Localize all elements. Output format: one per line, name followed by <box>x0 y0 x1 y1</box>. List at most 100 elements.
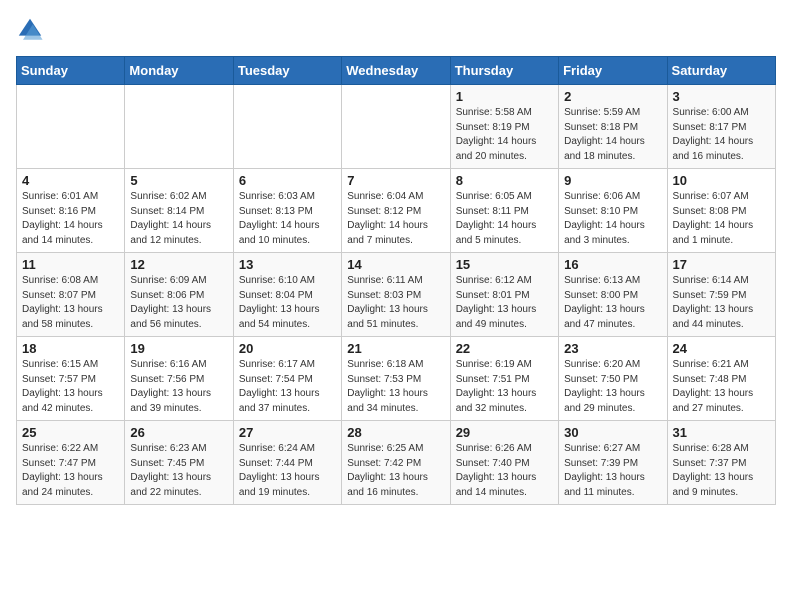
day-info: Sunrise: 6:21 AM Sunset: 7:48 PM Dayligh… <box>673 358 770 416</box>
calendar-cell: 8 Sunrise: 6:05 AM Sunset: 8:11 PM Daylig… <box>450 169 558 253</box>
day-number: 14 <box>347 257 444 272</box>
day-info: Sunrise: 5:59 AM Sunset: 8:18 PM Dayligh… <box>564 106 661 164</box>
calendar-cell: 25 Sunrise: 6:22 AM Sunset: 7:47 PM Dayli… <box>17 421 125 505</box>
day-number: 20 <box>239 341 336 356</box>
column-header-wednesday: Wednesday <box>342 57 450 85</box>
calendar-week-4: 18Sunrise: 6:15 AM Sunset: 7:57 PM Dayli… <box>17 337 776 421</box>
day-number: 30 <box>564 425 661 440</box>
calendar-cell: 19Sunrise: 6:16 AM Sunset: 7:56 PM Dayli… <box>125 337 233 421</box>
day-number: 27 <box>239 425 336 440</box>
calendar-cell: 13 Sunrise: 6:10 AM Sunset: 8:04 PM Dayli… <box>233 253 341 337</box>
calendar-cell <box>342 85 450 169</box>
day-number: 17 <box>673 257 770 272</box>
calendar-cell: 7 Sunrise: 6:04 AM Sunset: 8:12 PM Daylig… <box>342 169 450 253</box>
day-number: 23 <box>564 341 661 356</box>
column-header-thursday: Thursday <box>450 57 558 85</box>
calendar-cell: 9 Sunrise: 6:06 AM Sunset: 8:10 PM Daylig… <box>559 169 667 253</box>
day-number: 1 <box>456 89 553 104</box>
calendar-cell: 4 Sunrise: 6:01 AM Sunset: 8:16 PM Daylig… <box>17 169 125 253</box>
calendar-week-2: 4 Sunrise: 6:01 AM Sunset: 8:16 PM Daylig… <box>17 169 776 253</box>
day-number: 22 <box>456 341 553 356</box>
day-info: Sunrise: 6:01 AM Sunset: 8:16 PM Dayligh… <box>22 190 119 248</box>
day-number: 11 <box>22 257 119 272</box>
day-number: 25 <box>22 425 119 440</box>
calendar-cell: 3Sunrise: 6:00 AM Sunset: 8:17 PM Daylig… <box>667 85 775 169</box>
calendar-cell: 1 Sunrise: 5:58 AM Sunset: 8:19 PM Daylig… <box>450 85 558 169</box>
day-number: 4 <box>22 173 119 188</box>
calendar-cell: 24 Sunrise: 6:21 AM Sunset: 7:48 PM Dayli… <box>667 337 775 421</box>
logo-icon <box>16 16 44 44</box>
column-header-friday: Friday <box>559 57 667 85</box>
day-info: Sunrise: 6:18 AM Sunset: 7:53 PM Dayligh… <box>347 358 444 416</box>
calendar-cell: 16Sunrise: 6:13 AM Sunset: 8:00 PM Dayli… <box>559 253 667 337</box>
day-number: 21 <box>347 341 444 356</box>
day-info: Sunrise: 6:06 AM Sunset: 8:10 PM Dayligh… <box>564 190 661 248</box>
calendar-header-row: SundayMondayTuesdayWednesdayThursdayFrid… <box>17 57 776 85</box>
day-info: Sunrise: 6:02 AM Sunset: 8:14 PM Dayligh… <box>130 190 227 248</box>
day-info: Sunrise: 6:26 AM Sunset: 7:40 PM Dayligh… <box>456 442 553 500</box>
day-number: 15 <box>456 257 553 272</box>
calendar-cell: 31 Sunrise: 6:28 AM Sunset: 7:37 PM Dayli… <box>667 421 775 505</box>
calendar-cell: 21 Sunrise: 6:18 AM Sunset: 7:53 PM Dayli… <box>342 337 450 421</box>
day-number: 7 <box>347 173 444 188</box>
day-info: Sunrise: 6:22 AM Sunset: 7:47 PM Dayligh… <box>22 442 119 500</box>
day-info: Sunrise: 6:24 AM Sunset: 7:44 PM Dayligh… <box>239 442 336 500</box>
calendar-week-3: 11 Sunrise: 6:08 AM Sunset: 8:07 PM Dayli… <box>17 253 776 337</box>
calendar-cell: 5 Sunrise: 6:02 AM Sunset: 8:14 PM Daylig… <box>125 169 233 253</box>
day-info: Sunrise: 6:28 AM Sunset: 7:37 PM Dayligh… <box>673 442 770 500</box>
day-number: 3 <box>673 89 770 104</box>
day-info: Sunrise: 6:04 AM Sunset: 8:12 PM Dayligh… <box>347 190 444 248</box>
day-number: 8 <box>456 173 553 188</box>
day-number: 31 <box>673 425 770 440</box>
day-number: 9 <box>564 173 661 188</box>
day-number: 5 <box>130 173 227 188</box>
column-header-sunday: Sunday <box>17 57 125 85</box>
calendar-cell: 15 Sunrise: 6:12 AM Sunset: 8:01 PM Dayli… <box>450 253 558 337</box>
day-info: Sunrise: 6:03 AM Sunset: 8:13 PM Dayligh… <box>239 190 336 248</box>
day-info: Sunrise: 6:11 AM Sunset: 8:03 PM Dayligh… <box>347 274 444 332</box>
day-info: Sunrise: 6:15 AM Sunset: 7:57 PM Dayligh… <box>22 358 119 416</box>
calendar-cell: 27 Sunrise: 6:24 AM Sunset: 7:44 PM Dayli… <box>233 421 341 505</box>
calendar-cell: 22 Sunrise: 6:19 AM Sunset: 7:51 PM Dayli… <box>450 337 558 421</box>
day-info: Sunrise: 5:58 AM Sunset: 8:19 PM Dayligh… <box>456 106 553 164</box>
day-info: Sunrise: 6:27 AM Sunset: 7:39 PM Dayligh… <box>564 442 661 500</box>
page-header <box>16 16 776 44</box>
day-info: Sunrise: 6:14 AM Sunset: 7:59 PM Dayligh… <box>673 274 770 332</box>
calendar-cell: 10 Sunrise: 6:07 AM Sunset: 8:08 PM Dayli… <box>667 169 775 253</box>
calendar-cell: 20 Sunrise: 6:17 AM Sunset: 7:54 PM Dayli… <box>233 337 341 421</box>
day-number: 16 <box>564 257 661 272</box>
day-number: 24 <box>673 341 770 356</box>
day-info: Sunrise: 6:25 AM Sunset: 7:42 PM Dayligh… <box>347 442 444 500</box>
day-info: Sunrise: 6:17 AM Sunset: 7:54 PM Dayligh… <box>239 358 336 416</box>
day-number: 29 <box>456 425 553 440</box>
day-number: 26 <box>130 425 227 440</box>
day-number: 10 <box>673 173 770 188</box>
calendar-cell: 12 Sunrise: 6:09 AM Sunset: 8:06 PM Dayli… <box>125 253 233 337</box>
calendar-cell <box>17 85 125 169</box>
day-info: Sunrise: 6:09 AM Sunset: 8:06 PM Dayligh… <box>130 274 227 332</box>
calendar-cell: 6 Sunrise: 6:03 AM Sunset: 8:13 PM Daylig… <box>233 169 341 253</box>
day-info: Sunrise: 6:05 AM Sunset: 8:11 PM Dayligh… <box>456 190 553 248</box>
calendar-cell: 17 Sunrise: 6:14 AM Sunset: 7:59 PM Dayli… <box>667 253 775 337</box>
day-info: Sunrise: 6:07 AM Sunset: 8:08 PM Dayligh… <box>673 190 770 248</box>
day-info: Sunrise: 6:10 AM Sunset: 8:04 PM Dayligh… <box>239 274 336 332</box>
column-header-saturday: Saturday <box>667 57 775 85</box>
calendar-week-5: 25 Sunrise: 6:22 AM Sunset: 7:47 PM Dayli… <box>17 421 776 505</box>
day-number: 6 <box>239 173 336 188</box>
day-info: Sunrise: 6:12 AM Sunset: 8:01 PM Dayligh… <box>456 274 553 332</box>
calendar-cell: 26Sunrise: 6:23 AM Sunset: 7:45 PM Dayli… <box>125 421 233 505</box>
calendar-cell: 11 Sunrise: 6:08 AM Sunset: 8:07 PM Dayli… <box>17 253 125 337</box>
logo <box>16 16 48 44</box>
calendar-cell: 29 Sunrise: 6:26 AM Sunset: 7:40 PM Dayli… <box>450 421 558 505</box>
calendar-cell: 2 Sunrise: 5:59 AM Sunset: 8:18 PM Daylig… <box>559 85 667 169</box>
day-number: 28 <box>347 425 444 440</box>
day-info: Sunrise: 6:19 AM Sunset: 7:51 PM Dayligh… <box>456 358 553 416</box>
day-number: 2 <box>564 89 661 104</box>
column-header-monday: Monday <box>125 57 233 85</box>
day-info: Sunrise: 6:08 AM Sunset: 8:07 PM Dayligh… <box>22 274 119 332</box>
day-number: 12 <box>130 257 227 272</box>
calendar-cell <box>125 85 233 169</box>
day-number: 13 <box>239 257 336 272</box>
calendar-cell: 18Sunrise: 6:15 AM Sunset: 7:57 PM Dayli… <box>17 337 125 421</box>
calendar-cell: 30 Sunrise: 6:27 AM Sunset: 7:39 PM Dayli… <box>559 421 667 505</box>
